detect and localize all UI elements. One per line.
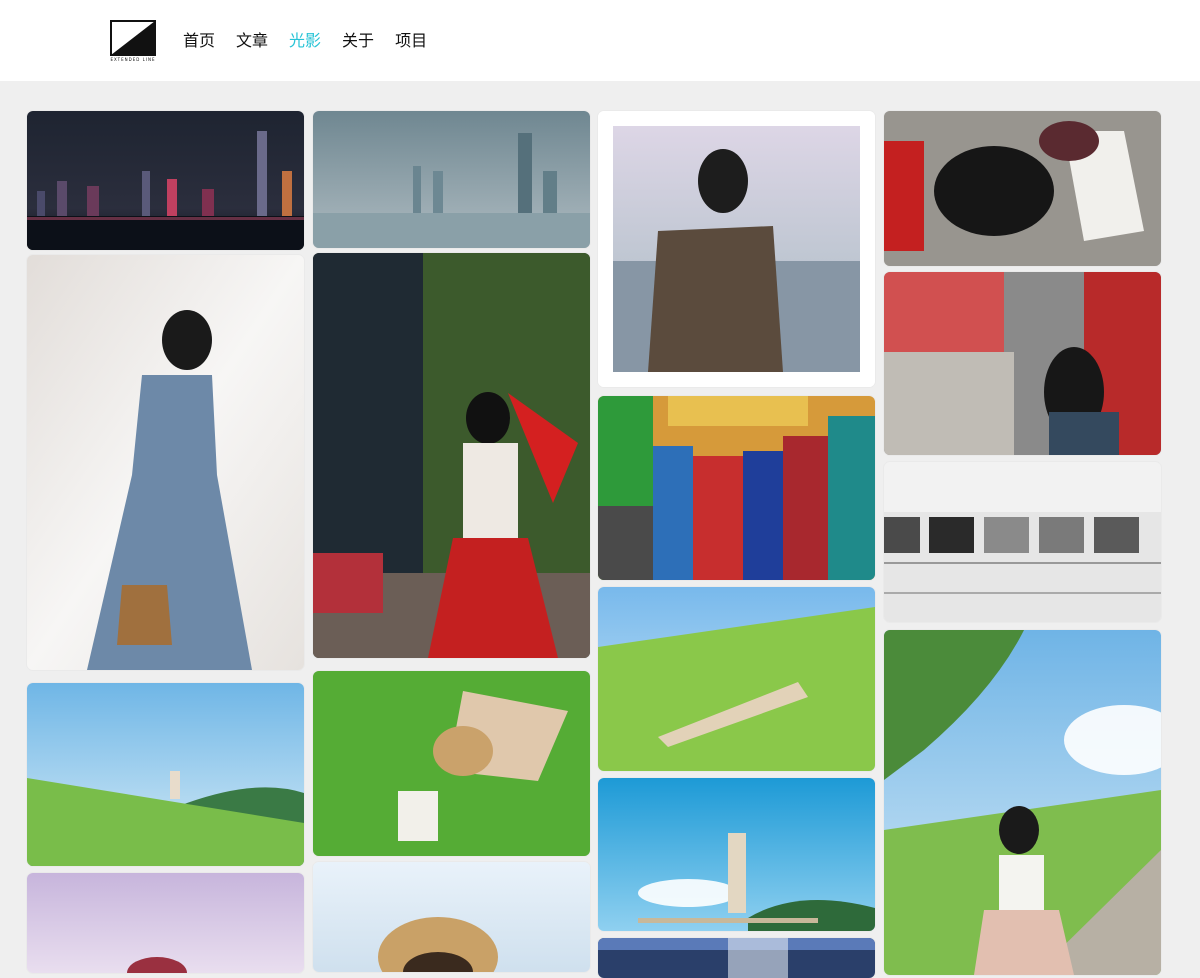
city-lights-photo[interactable] bbox=[598, 938, 875, 978]
girl-on-grass-hill-photo[interactable] bbox=[27, 683, 304, 866]
purple-portrait-photo[interactable] bbox=[27, 873, 304, 973]
nav-item-photography[interactable]: 光影 bbox=[289, 29, 321, 53]
straw-hat-portrait-photo[interactable] bbox=[313, 862, 590, 972]
nav-item-articles[interactable]: 文章 bbox=[236, 29, 268, 53]
girl-lying-grass-photo[interactable] bbox=[313, 671, 590, 856]
nav-item-home[interactable]: 首页 bbox=[183, 29, 215, 53]
logo-mark-icon bbox=[110, 20, 156, 56]
site-logo[interactable]: EXTENDED LINE bbox=[110, 20, 156, 64]
site-header: EXTENDED LINE 首页 文章 光影 关于 项目 bbox=[0, 0, 1200, 81]
logo-text: EXTENDED LINE bbox=[110, 57, 156, 62]
nav-item-projects[interactable]: 项目 bbox=[395, 29, 427, 53]
night-harbor-skyline-photo[interactable] bbox=[27, 111, 304, 250]
girl-by-harbor-photo[interactable] bbox=[598, 111, 875, 387]
girl-red-ribbon-lying-photo[interactable] bbox=[884, 111, 1161, 266]
main-nav: 首页 文章 光影 关于 项目 bbox=[183, 29, 427, 53]
girl-under-tree-hill-photo[interactable] bbox=[884, 630, 1161, 975]
foggy-harbor-skyline-photo[interactable] bbox=[313, 111, 590, 248]
girl-blue-dress-wall-photo[interactable] bbox=[27, 255, 304, 670]
girl-lying-hill-photo[interactable] bbox=[598, 587, 875, 771]
nav-item-about[interactable]: 关于 bbox=[342, 29, 374, 53]
gallery-hall-bw-photo[interactable] bbox=[884, 462, 1161, 622]
girl-standing-blue-sky-photo[interactable] bbox=[598, 778, 875, 931]
girl-phone-red-building-photo[interactable] bbox=[884, 272, 1161, 455]
girl-red-skirt-hedge-photo[interactable] bbox=[313, 253, 590, 658]
colorful-building-courtyard-photo[interactable] bbox=[598, 396, 875, 580]
